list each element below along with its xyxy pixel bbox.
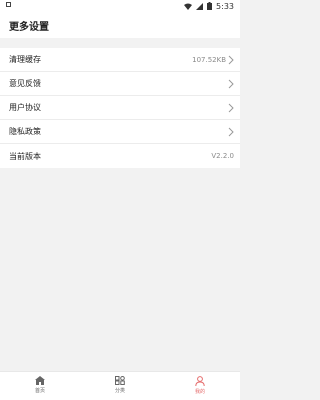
chevron-right-icon — [228, 127, 234, 136]
tab-category-label: 分类 — [114, 388, 125, 394]
notification-icon — [6, 2, 11, 7]
bottom-tab-bar: 首页 分类 我的 — [0, 371, 240, 400]
current-version-row: 当前版本 V2.2.0 — [0, 144, 240, 168]
chevron-right-icon — [228, 103, 234, 112]
chevron-right-icon — [228, 79, 234, 88]
user-agreement-label: 用户协议 — [9, 103, 41, 112]
tab-mine[interactable]: 我的 — [180, 376, 220, 400]
page-title: 更多设置 — [9, 22, 49, 33]
home-icon — [35, 376, 45, 385]
cache-size-value: 107.52KB — [192, 55, 226, 64]
user-icon — [195, 376, 205, 386]
wifi-icon — [184, 3, 193, 10]
feedback-row[interactable]: 意见反馈 — [0, 72, 240, 96]
status-indicators: 5:33 — [184, 0, 234, 12]
chevron-right-icon — [228, 55, 234, 64]
settings-list: 清理缓存 107.52KB 意见反馈 用户协议 隐私政策 当前版本 V2.2.0 — [0, 48, 240, 168]
grid-icon — [115, 376, 125, 385]
version-value: V2.2.0 — [211, 152, 234, 160]
status-bar: 5:33 — [0, 0, 240, 12]
tab-home-label: 首页 — [34, 388, 45, 394]
status-time: 5:33 — [216, 1, 234, 11]
feedback-label: 意见反馈 — [9, 79, 41, 88]
privacy-policy-label: 隐私政策 — [9, 127, 41, 136]
tab-mine-label: 我的 — [194, 389, 205, 395]
privacy-policy-row[interactable]: 隐私政策 — [0, 120, 240, 144]
tab-home[interactable]: 首页 — [20, 376, 60, 400]
user-agreement-row[interactable]: 用户协议 — [0, 96, 240, 120]
tab-category[interactable]: 分类 — [100, 376, 140, 400]
page-header: 更多设置 — [0, 12, 240, 38]
battery-icon — [207, 2, 213, 10]
signal-icon — [196, 2, 204, 10]
clear-cache-row[interactable]: 清理缓存 107.52KB — [0, 48, 240, 72]
clear-cache-label: 清理缓存 — [9, 55, 41, 64]
current-version-label: 当前版本 — [9, 151, 41, 161]
